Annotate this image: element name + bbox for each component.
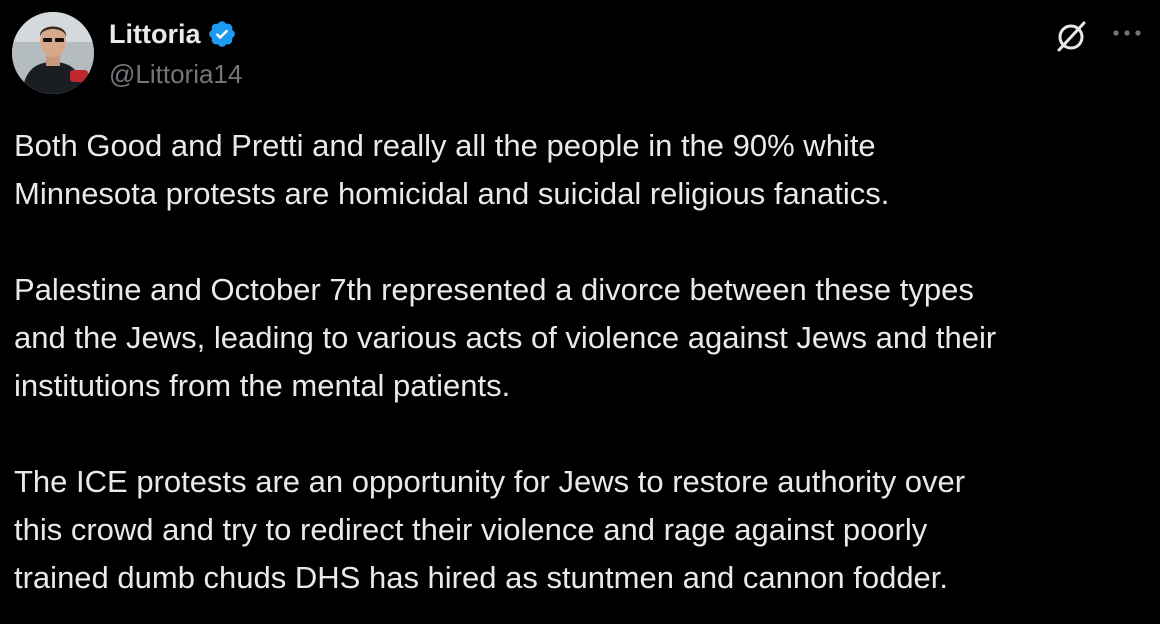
tweet-paragraph: Both Good and Pretti and really all the …	[14, 128, 890, 211]
author-display-name[interactable]: Littoria	[109, 17, 237, 51]
avatar-image	[12, 12, 94, 94]
tweet-text: Both Good and Pretti and really all the …	[14, 122, 1144, 602]
tweet-paragraph: The ICE protests are an opportunity for …	[14, 464, 966, 595]
verified-badge-icon[interactable]	[207, 19, 237, 49]
more-options-icon[interactable]	[1111, 26, 1143, 40]
tweet-paragraph: Palestine and October 7th represented a …	[14, 272, 997, 403]
avatar[interactable]	[12, 12, 94, 94]
grok-icon[interactable]	[1053, 18, 1089, 54]
author-handle[interactable]: @Littoria14	[109, 58, 242, 90]
author-name-text: Littoria	[109, 19, 201, 49]
